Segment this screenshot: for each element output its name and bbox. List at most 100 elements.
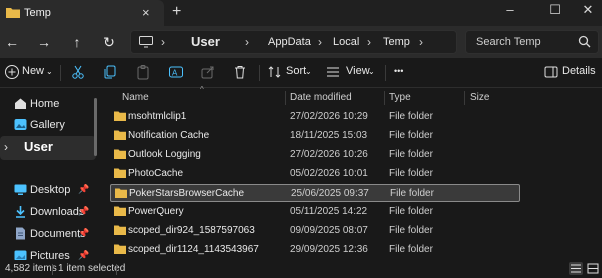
sidebar-item-gallery[interactable]: Gallery	[0, 115, 96, 135]
file-row[interactable]: PowerQuery 05/11/2025 14:22 File folder	[110, 203, 520, 221]
file-row[interactable]: scoped_dir1124_1143543967 29/09/2025 12:3…	[110, 241, 520, 259]
column-header-date[interactable]: Date modified	[290, 92, 352, 103]
breadcrumb-temp[interactable]: Temp	[383, 36, 410, 48]
column-divider[interactable]	[285, 91, 286, 105]
details-label: Details	[562, 65, 596, 77]
search-input[interactable]: Search Temp	[465, 30, 599, 54]
file-row[interactable]: scoped_dir924_1587597063 09/09/2025 08:07…	[110, 222, 520, 240]
folder-icon	[114, 168, 126, 178]
chevron-down-icon: ⌄	[368, 67, 375, 76]
divider	[259, 65, 260, 81]
file-name: PowerQuery	[128, 206, 184, 217]
tab-close-button[interactable]: ×	[142, 5, 150, 20]
up-button[interactable]: ↑	[66, 32, 88, 52]
file-date: 05/02/2026 10:01	[290, 168, 368, 179]
share-icon[interactable]	[200, 64, 216, 80]
breadcrumb[interactable]: › User › AppData › Local › Temp ›	[130, 30, 457, 54]
sort-icon	[268, 66, 281, 78]
back-button[interactable]: ←	[1, 32, 23, 52]
divider	[116, 264, 117, 275]
monitor-icon	[139, 36, 153, 48]
chevron-right-icon: ›	[367, 35, 371, 49]
desktop-icon	[14, 184, 27, 195]
chevron-right-icon: ›	[245, 35, 249, 49]
file-type: File folder	[389, 111, 433, 122]
sidebar-item-label: Home	[30, 98, 60, 110]
pin-icon: 📌	[78, 184, 90, 194]
view-icon	[327, 67, 339, 77]
column-header-size[interactable]: Size	[470, 92, 489, 103]
details-view-icon[interactable]	[569, 262, 583, 275]
file-type: File folder	[389, 206, 433, 217]
folder-icon	[115, 188, 127, 198]
paste-icon[interactable]	[135, 64, 151, 80]
command-bar: New ⌄ A Sort ⌄ View ⌄ ••• Details	[0, 58, 602, 88]
chevron-right-icon: ›	[161, 35, 165, 49]
file-date: 05/11/2025 14:22	[290, 206, 368, 217]
pin-icon: 📌	[78, 206, 90, 216]
sidebar-item-documents[interactable]: Documents 📌	[0, 224, 96, 244]
item-count: 4,582 items	[5, 263, 57, 274]
column-header-name[interactable]: Name	[122, 92, 149, 103]
maximize-button[interactable]: ☐	[545, 2, 565, 18]
folder-icon	[114, 244, 126, 254]
documents-icon	[16, 227, 25, 240]
refresh-button[interactable]: ↻	[98, 32, 120, 52]
copy-icon[interactable]	[102, 64, 118, 80]
file-type: File folder	[389, 130, 433, 141]
file-row[interactable]: PokerStarsBrowserCache 25/06/2025 09:37 Fi…	[110, 184, 520, 202]
column-divider[interactable]	[464, 91, 465, 105]
cut-icon[interactable]	[70, 64, 86, 80]
file-name: PhotoCache	[128, 168, 184, 179]
home-icon	[15, 98, 26, 109]
file-row[interactable]: Notification Cache 18/11/2025 15:03 File f…	[110, 127, 520, 145]
breadcrumb-user[interactable]: User	[191, 34, 220, 49]
divider	[385, 65, 386, 81]
sort-label: Sort	[286, 65, 307, 77]
sidebar-item-desktop[interactable]: Desktop 📌	[0, 180, 96, 200]
new-tab-button[interactable]: +	[172, 3, 181, 21]
rename-icon[interactable]: A	[168, 64, 184, 80]
file-date: 27/02/2026 10:29	[290, 111, 368, 122]
svg-text:A: A	[172, 69, 178, 78]
more-options-button[interactable]: •••	[394, 66, 403, 76]
details-pane-icon	[544, 66, 558, 78]
file-name: Notification Cache	[128, 130, 210, 141]
breadcrumb-appdata[interactable]: AppData	[268, 36, 311, 48]
title-bar: Temp × + – ☐ ✕	[0, 0, 602, 26]
minimize-button[interactable]: –	[500, 2, 520, 17]
file-name: scoped_dir1124_1143543967	[128, 244, 259, 255]
breadcrumb-local[interactable]: Local	[333, 36, 359, 48]
divider	[60, 65, 61, 81]
caret-right-icon: ›	[4, 140, 8, 154]
file-row[interactable]: msohtmlclip1 27/02/2026 10:29 File folder	[110, 108, 520, 126]
sidebar-item-user[interactable]: › User	[0, 136, 96, 160]
sidebar-item-home[interactable]: Home	[0, 94, 96, 114]
close-window-button[interactable]: ✕	[578, 2, 598, 18]
tab-title: Temp	[24, 7, 51, 19]
address-bar: ← → ↑ ↻ › User › AppData › Local › Temp …	[0, 26, 602, 58]
file-row[interactable]: Outlook Logging 27/02/2026 10:26 File fold…	[110, 146, 520, 164]
tiles-view-icon[interactable]	[586, 262, 600, 275]
sidebar-item-label: Gallery	[30, 119, 65, 131]
sidebar-item-label: Desktop	[30, 184, 71, 196]
sidebar-scrollbar[interactable]	[94, 98, 97, 156]
tab-temp[interactable]: Temp ×	[0, 0, 164, 26]
sidebar-item-downloads[interactable]: Downloads 📌	[0, 202, 96, 222]
divider	[52, 264, 53, 275]
file-name: Outlook Logging	[128, 149, 201, 160]
column-header-type[interactable]: Type	[389, 92, 411, 103]
file-name: scoped_dir924_1587597063	[128, 225, 255, 236]
forward-button[interactable]: →	[33, 32, 55, 52]
sidebar-item-label: Downloads	[30, 206, 85, 218]
sort-ascending-icon: ^	[200, 85, 204, 94]
file-type: File folder	[389, 225, 433, 236]
new-label: New	[22, 65, 45, 77]
folder-icon	[114, 130, 126, 140]
file-date: 27/02/2026 10:26	[290, 149, 368, 160]
delete-icon[interactable]	[232, 64, 248, 80]
folder-icon	[114, 111, 126, 121]
file-row[interactable]: PhotoCache 05/02/2026 10:01 File folder	[110, 165, 520, 183]
folder-icon	[6, 8, 20, 18]
column-divider[interactable]	[384, 91, 385, 105]
